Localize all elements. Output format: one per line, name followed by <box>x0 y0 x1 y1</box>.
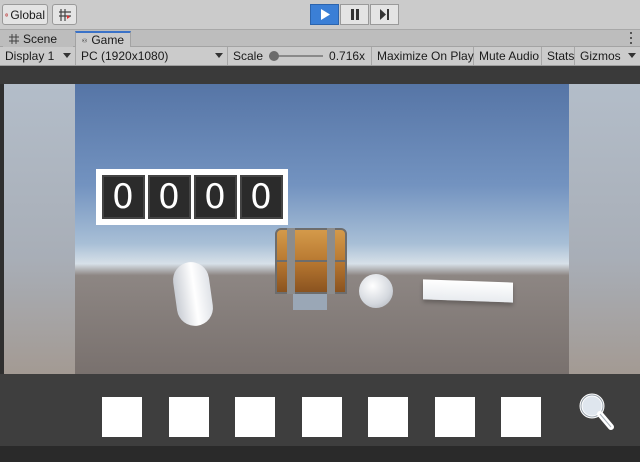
step-icon <box>380 9 389 20</box>
inventory-slot[interactable] <box>435 397 475 437</box>
gizmos-label: Gizmos <box>580 49 621 63</box>
gizmos-dropdown[interactable]: Gizmos <box>575 47 640 65</box>
game-scene[interactable]: 0 0 0 0 <box>75 84 569 374</box>
mute-label: Mute Audio <box>479 49 540 63</box>
maximize-label: Maximize On Play <box>377 49 474 63</box>
gamepad-icon <box>82 38 88 42</box>
viewport-top-strip <box>0 66 640 84</box>
inventory-bar <box>0 374 640 446</box>
magnifier-icon[interactable] <box>576 390 616 434</box>
scale-slider[interactable] <box>269 51 324 61</box>
tab-scene-label: Scene <box>23 32 58 46</box>
digit-3[interactable]: 0 <box>193 175 237 219</box>
resolution-dropdown[interactable]: PC (1920x1080) <box>76 47 228 65</box>
view-tabbar: Scene Game <box>0 30 640 47</box>
maximize-on-play-toggle[interactable]: Maximize On Play <box>372 47 474 65</box>
globe-icon <box>5 12 9 17</box>
scale-label: Scale <box>233 49 264 63</box>
play-button[interactable] <box>310 4 339 25</box>
inventory-slot[interactable] <box>102 397 142 437</box>
global-label: Global <box>10 7 45 22</box>
digit-1[interactable]: 0 <box>101 175 145 219</box>
display-value: Display 1 <box>5 49 55 63</box>
chest-pedestal <box>293 294 327 310</box>
step-button[interactable] <box>370 4 399 25</box>
chevron-down-icon <box>215 53 223 58</box>
tab-game[interactable]: Game <box>75 31 131 47</box>
chest-base <box>275 262 347 294</box>
chest-band <box>287 228 295 294</box>
pause-icon <box>350 9 359 20</box>
pause-button[interactable] <box>340 4 369 25</box>
digit-2[interactable]: 0 <box>147 175 191 219</box>
playback-controls <box>310 4 400 25</box>
stats-toggle[interactable]: Stats <box>542 47 575 65</box>
sphere-object[interactable] <box>359 274 393 308</box>
display-dropdown[interactable]: Display 1 <box>0 47 76 65</box>
scale-value: 0.716x <box>329 49 366 63</box>
inventory-slot[interactable] <box>169 397 209 437</box>
grid-snap-button[interactable] <box>52 4 77 25</box>
game-controls-bar: Display 1 PC (1920x1080) Scale 0.716x Ma… <box>0 47 640 66</box>
inventory-slot[interactable] <box>501 397 541 437</box>
play-icon <box>320 9 330 20</box>
grid-icon <box>9 34 19 44</box>
inventory-slot[interactable] <box>235 397 275 437</box>
inventory-slot[interactable] <box>302 397 342 437</box>
stats-label: Stats <box>547 49 575 63</box>
main-toolbar: Global <box>0 0 640 30</box>
combination-lock: 0 0 0 0 <box>96 169 288 225</box>
resolution-value: PC (1920x1080) <box>81 49 169 63</box>
chest-lid <box>275 228 347 262</box>
chevron-down-icon <box>628 53 636 58</box>
capsule-object[interactable] <box>170 259 216 329</box>
mute-audio-toggle[interactable]: Mute Audio <box>474 47 542 65</box>
box-object[interactable] <box>423 279 513 303</box>
scale-control: Scale 0.716x <box>228 47 372 65</box>
chevron-down-icon <box>63 53 71 58</box>
letterbox-right <box>569 84 640 374</box>
viewport-bottom-strip <box>0 446 640 462</box>
chest-band <box>327 228 335 294</box>
scale-slider-thumb[interactable] <box>269 51 280 61</box>
letterbox-left <box>4 84 75 374</box>
treasure-chest[interactable] <box>275 228 347 310</box>
global-button[interactable]: Global <box>2 4 48 25</box>
tab-menu-icon[interactable] <box>628 31 634 45</box>
grid-snap-icon <box>58 8 71 21</box>
inventory-slot[interactable] <box>368 397 408 437</box>
game-viewport[interactable]: 0 0 0 0 <box>0 66 640 462</box>
tab-scene[interactable]: Scene <box>3 31 73 47</box>
digit-4[interactable]: 0 <box>239 175 283 219</box>
tab-game-label: Game <box>91 33 124 47</box>
